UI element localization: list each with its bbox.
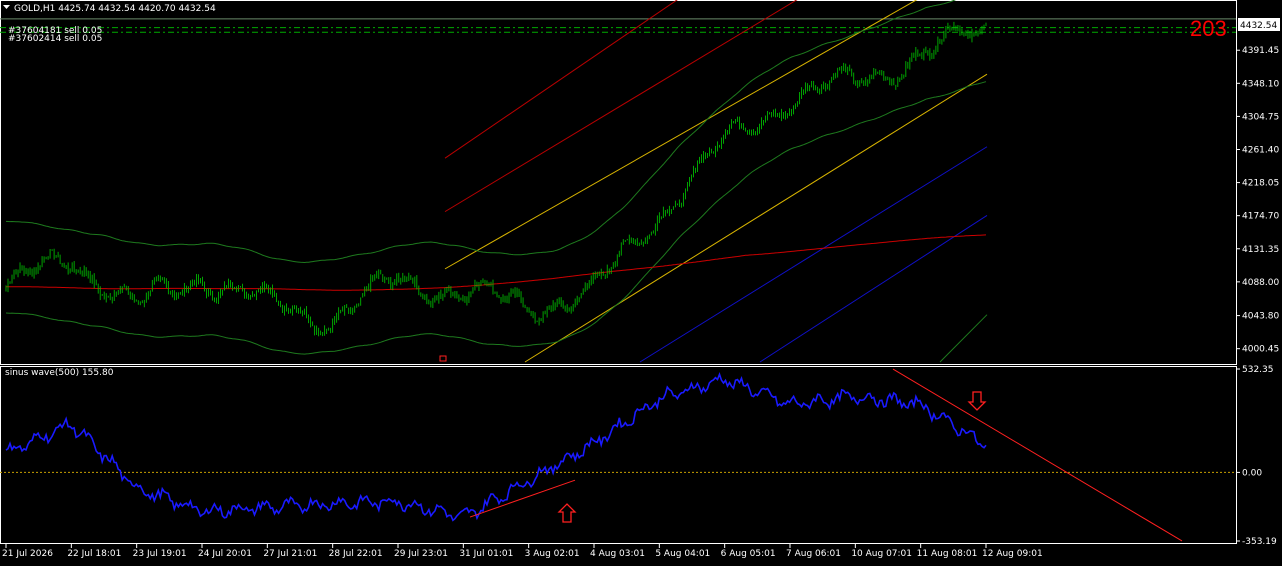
indicator-label: sinus wave(500) 155.80: [5, 368, 114, 378]
up-arrow-icon: [557, 503, 577, 523]
indicator-panel-frame: [0, 366, 1237, 544]
time-tick-label: 29 Jul 23:01: [394, 549, 448, 559]
yellow-channel-line: [524, 73, 988, 363]
moving-average-line: [6, 234, 987, 291]
price-tick-label: 4304.75: [1242, 112, 1279, 122]
time-tick-label: 27 Jul 21:01: [263, 549, 317, 559]
price-plot[interactable]: [0, 0, 1236, 363]
bollinger-lower-line: [5, 81, 987, 355]
time-tick-label: 31 Jul 01:01: [459, 549, 513, 559]
time-tick-label: 5 Aug 04:01: [655, 549, 710, 559]
price-tick-label: 4131.35: [1242, 245, 1279, 255]
chart-canvas[interactable]: 4391.45 4348.10 4304.75 4261.40 4218.05 4174.…: [0, 0, 1282, 562]
blue-channel-line: [759, 215, 988, 363]
price-tick-label: 4348.10: [1242, 79, 1279, 89]
down-arrow-icon: [967, 391, 987, 411]
indicator-tick-label: -353.19: [1242, 537, 1277, 547]
time-tick-label: 10 Aug 07:01: [851, 549, 912, 559]
time-tick-label: 7 Aug 06:01: [786, 549, 841, 559]
price-panel-frame: [0, 0, 1237, 365]
red-channel-line: [444, 0, 678, 159]
trading-chart[interactable]: 4391.45 4348.10 4304.75 4261.40 4218.05 4174.…: [0, 0, 1282, 562]
time-tick-label: 21 Jul 2026: [2, 549, 53, 559]
current-price-value: 4432.54: [1240, 21, 1277, 31]
price-tick-label: 4043.80: [1242, 312, 1279, 322]
price-tick-label: 4174.70: [1242, 212, 1279, 222]
price-tick-label: 4391.45: [1242, 46, 1279, 56]
price-tick-label: 4088.00: [1242, 278, 1279, 288]
sinus-wave-line: [5, 371, 987, 522]
green-channel-line: [939, 314, 988, 363]
indicator-tick-label: 0.00: [1242, 468, 1262, 478]
price-tick-label: 4000.45: [1242, 345, 1279, 355]
indicator-plot[interactable]: [0, 368, 1236, 542]
symbol-ohlc-label: GOLD,H1 4425.74 4432.54 4420.70 4432.54: [14, 4, 216, 14]
time-tick-label: 12 Aug 09:01: [982, 549, 1043, 559]
time-tick-label: 28 Jul 22:01: [329, 549, 383, 559]
chart-menu-icon[interactable]: [3, 5, 10, 9]
time-tick-label: 3 Aug 02:01: [525, 549, 580, 559]
time-tick-label: 22 Jul 18:01: [67, 549, 121, 559]
counter-label: 203: [1190, 16, 1227, 41]
indicator-tick-label: 532.35: [1242, 365, 1274, 375]
time-tick-label: 11 Aug 08:01: [917, 549, 978, 559]
time-tick-label: 24 Jul 20:01: [198, 549, 252, 559]
blue-channel-line: [639, 146, 988, 363]
time-tick-label: 6 Aug 05:01: [721, 549, 776, 559]
axes: 4391.45 4348.10 4304.75 4261.40 4218.05 4174.…: [2, 46, 1279, 559]
down-trendline: [892, 368, 1183, 542]
price-tick-label: 4261.40: [1242, 145, 1279, 155]
time-tick-label: 23 Jul 19:01: [133, 549, 187, 559]
order-label-2[interactable]: #37602414 sell 0.05: [8, 34, 102, 44]
price-tick-label: 4218.05: [1242, 179, 1279, 189]
time-tick-label: 4 Aug 03:01: [590, 549, 645, 559]
yellow-channel-line: [444, 0, 918, 270]
trade-marker-icon: [439, 355, 447, 362]
